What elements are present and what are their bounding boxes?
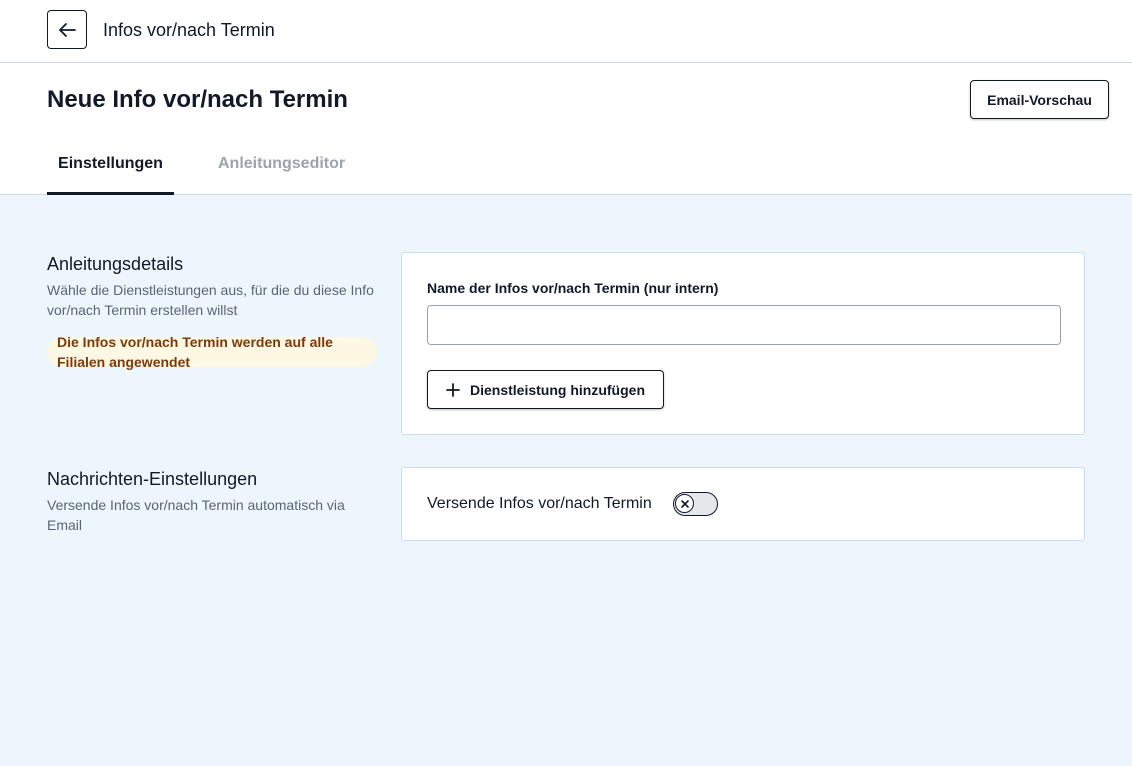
content-area: Anleitungsdetails Wähle die Dienstleistu…: [0, 195, 1132, 766]
messages-card: Versende Infos vor/nach Termin: [401, 467, 1085, 541]
notice-text: Die Infos vor/nach Termin werden auf all…: [57, 334, 333, 370]
name-input[interactable]: [427, 305, 1061, 345]
name-field-label: Name der Infos vor/nach Termin (nur inte…: [427, 280, 719, 296]
email-toggle[interactable]: [673, 492, 718, 516]
add-service-button[interactable]: Dienstleistung hinzufügen: [427, 370, 664, 409]
tab-einstellungen[interactable]: Einstellungen: [47, 155, 174, 195]
messages-section-title: Nachrichten-Einstellungen: [47, 469, 258, 489]
tab-bar: Einstellungen Anleitungseditor: [0, 138, 1132, 195]
toggle-knob: [675, 494, 694, 513]
details-section-description: Wähle die Dienstleistungen aus, für die …: [47, 282, 374, 318]
email-toggle-label: Versende Infos vor/nach Termin: [427, 495, 652, 512]
tab-anleitungseditor[interactable]: Anleitungseditor: [218, 155, 345, 173]
top-bar: Infos vor/nach Termin: [0, 0, 1132, 63]
branch-notice: Die Infos vor/nach Termin werden auf all…: [47, 334, 377, 370]
add-service-label: Dienstleistung hinzufügen: [470, 381, 645, 398]
header-title: Infos vor/nach Termin: [103, 20, 275, 40]
arrow-left-icon: [59, 22, 76, 37]
plus-icon: [446, 382, 460, 397]
messages-section-description: Versende Infos vor/nach Termin automatis…: [47, 497, 345, 533]
email-preview-button[interactable]: Email-Vorschau: [970, 80, 1109, 119]
close-icon: [680, 499, 689, 508]
details-section-title: Anleitungsdetails: [47, 254, 184, 274]
details-card: Name der Infos vor/nach Termin (nur inte…: [401, 252, 1085, 435]
page-title: Neue Info vor/nach Termin: [47, 86, 348, 113]
back-button[interactable]: [47, 10, 87, 49]
